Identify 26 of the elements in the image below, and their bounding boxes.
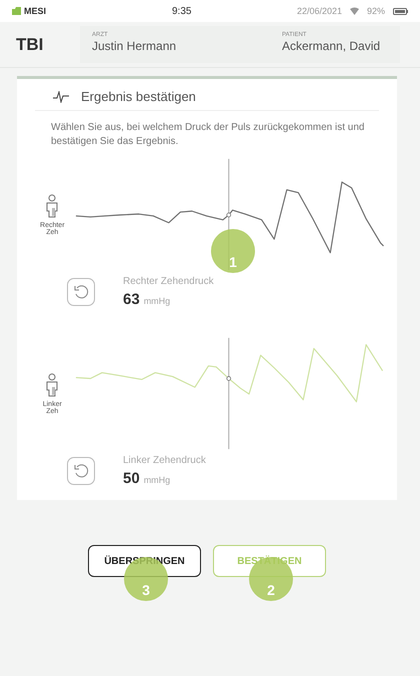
reset-icon [73, 463, 89, 479]
card-title: Ergebnis bestätigen [81, 89, 196, 104]
field-value: Ackermann, David [282, 39, 382, 53]
pressure-unit: mmHg [144, 475, 170, 485]
pressure-value: 63 [123, 291, 140, 308]
person-icon [45, 372, 60, 396]
wifi-icon [350, 7, 359, 15]
reset-button[interactable] [67, 278, 95, 306]
clock: 9:35 [172, 6, 192, 16]
date: 22/06/2021 [296, 6, 342, 16]
reading-label: Rechter Zehendruck [123, 276, 214, 287]
battery-icon [393, 8, 408, 14]
logo-icon [12, 7, 21, 15]
reset-button[interactable] [67, 457, 95, 485]
pulse-icon [53, 90, 69, 102]
reset-icon [73, 284, 89, 300]
pressure-value: 50 [123, 470, 140, 487]
step-marker: 1 [211, 229, 255, 273]
pressure-unit: mmHg [144, 296, 170, 306]
brand-name: MESI [24, 6, 46, 16]
person-icon [45, 194, 60, 218]
instruction-text: Wählen Sie aus, bei welchem Druck der Puls zurückgekommen ist und bestätigen Sie das Ergebnis. [51, 121, 366, 149]
battery-percent: 92% [366, 6, 385, 16]
reading-label: Linker Zehendruck [123, 455, 206, 466]
field-value: Justin Hermann [92, 39, 178, 53]
screen-title: TBI [15, 34, 44, 56]
